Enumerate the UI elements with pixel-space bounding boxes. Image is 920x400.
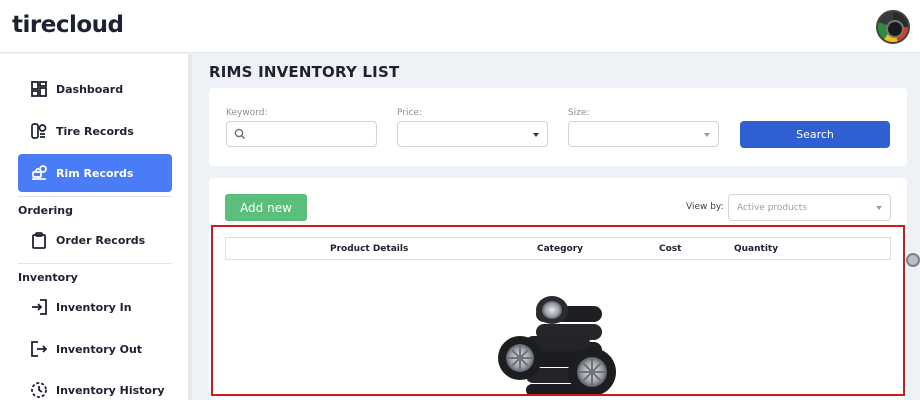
- logout-icon: [31, 341, 48, 357]
- side-panel-toggle[interactable]: [906, 253, 920, 267]
- sidebar-item-label: Inventory In: [56, 300, 132, 314]
- divider: [18, 263, 172, 264]
- view-by-select[interactable]: Active products: [728, 194, 891, 221]
- add-new-button[interactable]: Add new: [225, 194, 307, 221]
- dashboard-icon: [31, 81, 47, 97]
- section-label-ordering: Ordering: [18, 204, 74, 217]
- sidebar-item-label: Inventory Out: [56, 342, 143, 356]
- tirecloud-logo[interactable]: tirecloud: [12, 12, 124, 38]
- rim-icon: [32, 165, 47, 180]
- sidebar-item-order-records[interactable]: Order Records: [18, 221, 172, 259]
- filter-panel: Keyword: Price: Size: Search: [209, 88, 907, 166]
- sidebar-item-label: Order Records: [56, 233, 146, 247]
- table-highlight-box: [211, 225, 905, 396]
- user-avatar[interactable]: [876, 10, 910, 44]
- logo-text-right: cloud: [55, 12, 124, 38]
- history-icon: [31, 382, 47, 398]
- caret-down-icon: [704, 133, 710, 137]
- clipboard-icon: [32, 232, 46, 249]
- sidebar-item-dashboard[interactable]: Dashboard: [18, 70, 172, 108]
- price-label: Price:: [397, 108, 422, 118]
- search-button[interactable]: Search: [740, 121, 890, 148]
- view-by-value: Active products: [737, 203, 808, 213]
- page-title: RIMS INVENTORY LIST: [209, 63, 400, 81]
- view-by-label: View by:: [686, 202, 724, 212]
- caret-down-icon: [876, 206, 882, 210]
- sidebar-item-label: Rim Records: [56, 166, 134, 180]
- top-bar: tirecloud: [0, 0, 920, 53]
- sidebar-item-label: Dashboard: [56, 82, 124, 96]
- sidebar-item-rim-records[interactable]: Rim Records: [18, 154, 172, 192]
- sidebar-item-inventory-history[interactable]: Inventory History: [18, 371, 172, 400]
- search-icon: [234, 128, 246, 140]
- sidebar-item-label: Tire Records: [56, 124, 134, 138]
- keyword-label: Keyword:: [226, 108, 268, 118]
- sidebar-item-inventory-out[interactable]: Inventory Out: [18, 330, 172, 368]
- logo-text-left: tire: [12, 12, 56, 38]
- sidebar: Dashboard Tire Records Rim Records Order…: [0, 54, 192, 400]
- sidebar-item-label: Inventory History: [56, 383, 165, 397]
- sidebar-item-tire-records[interactable]: Tire Records: [18, 112, 172, 150]
- caret-down-icon: [533, 133, 539, 137]
- divider: [18, 196, 172, 197]
- size-select[interactable]: [568, 121, 719, 147]
- size-label: Size:: [568, 108, 590, 118]
- sidebar-item-inventory-in[interactable]: Inventory In: [18, 288, 172, 326]
- login-icon: [32, 299, 47, 315]
- section-label-inventory: Inventory: [18, 271, 78, 284]
- keyword-input[interactable]: [226, 121, 377, 147]
- tire-records-icon: [31, 123, 47, 139]
- price-select[interactable]: [397, 121, 548, 147]
